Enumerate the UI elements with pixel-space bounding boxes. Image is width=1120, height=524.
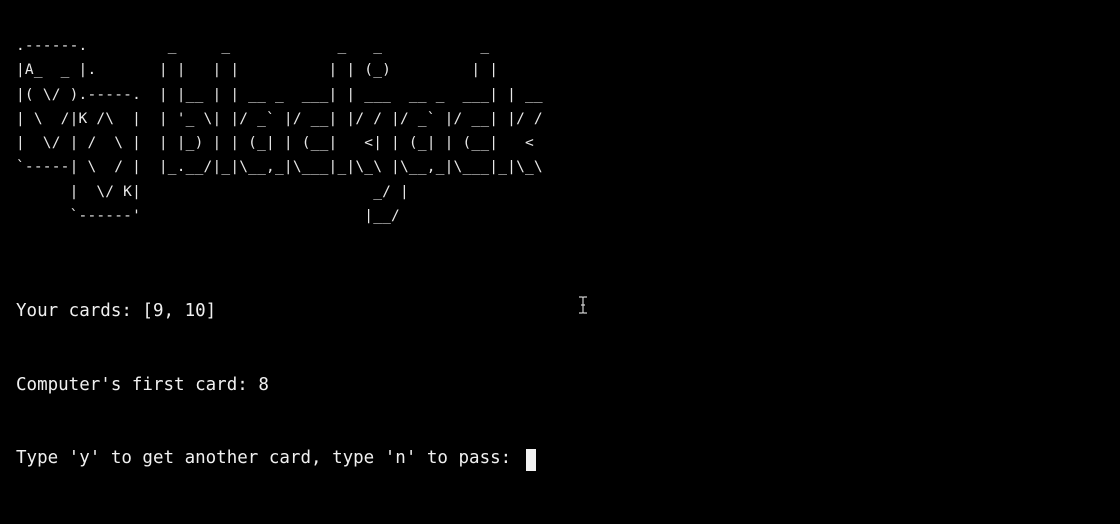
computer-card-line: Computer's first card: 8 bbox=[16, 374, 269, 395]
ascii-art-line: | \ /|K /\ | | '_ \| |/ _` |/ __| |/ / |… bbox=[16, 110, 543, 127]
ascii-art-line: .------. _ _ _ _ _ bbox=[16, 38, 490, 54]
ascii-art-line: |A_ _ |. | | | | | | (_) | | bbox=[16, 62, 499, 79]
terminal-window[interactable]: .------. _ _ _ _ _ |A_ _ |. | | | | | | … bbox=[16, 34, 1106, 514]
ascii-art-line: `-----| \ / | |_.__/|_|\__,_|\___|_|\_\ … bbox=[16, 159, 543, 176]
ascii-art-line: | \/ K| _/ | bbox=[16, 183, 409, 200]
ascii-art-line: | \/ | / \ | | |_) | | (_| | (__| <| | (… bbox=[16, 135, 534, 152]
input-prompt-line[interactable]: Type 'y' to get another card, type 'n' t… bbox=[16, 446, 536, 472]
player-cards-line: Your cards: [9, 10] bbox=[16, 301, 217, 321]
blackjack-ascii-banner: .------. _ _ _ _ _ |A_ _ |. | | | | | | … bbox=[16, 34, 543, 228]
ascii-art-line: |( \/ ).-----. | |__ | | __ _ ___| | ___… bbox=[16, 86, 543, 103]
block-cursor bbox=[525, 449, 536, 472]
ascii-art-line: `------' |__/ bbox=[16, 208, 400, 225]
input-prompt-text: Type 'y' to get another card, type 'n' t… bbox=[16, 448, 522, 468]
text-cursor-icon bbox=[579, 296, 587, 314]
terminal-output: Your cards: [9, 10] Computer's first car… bbox=[16, 250, 536, 520]
